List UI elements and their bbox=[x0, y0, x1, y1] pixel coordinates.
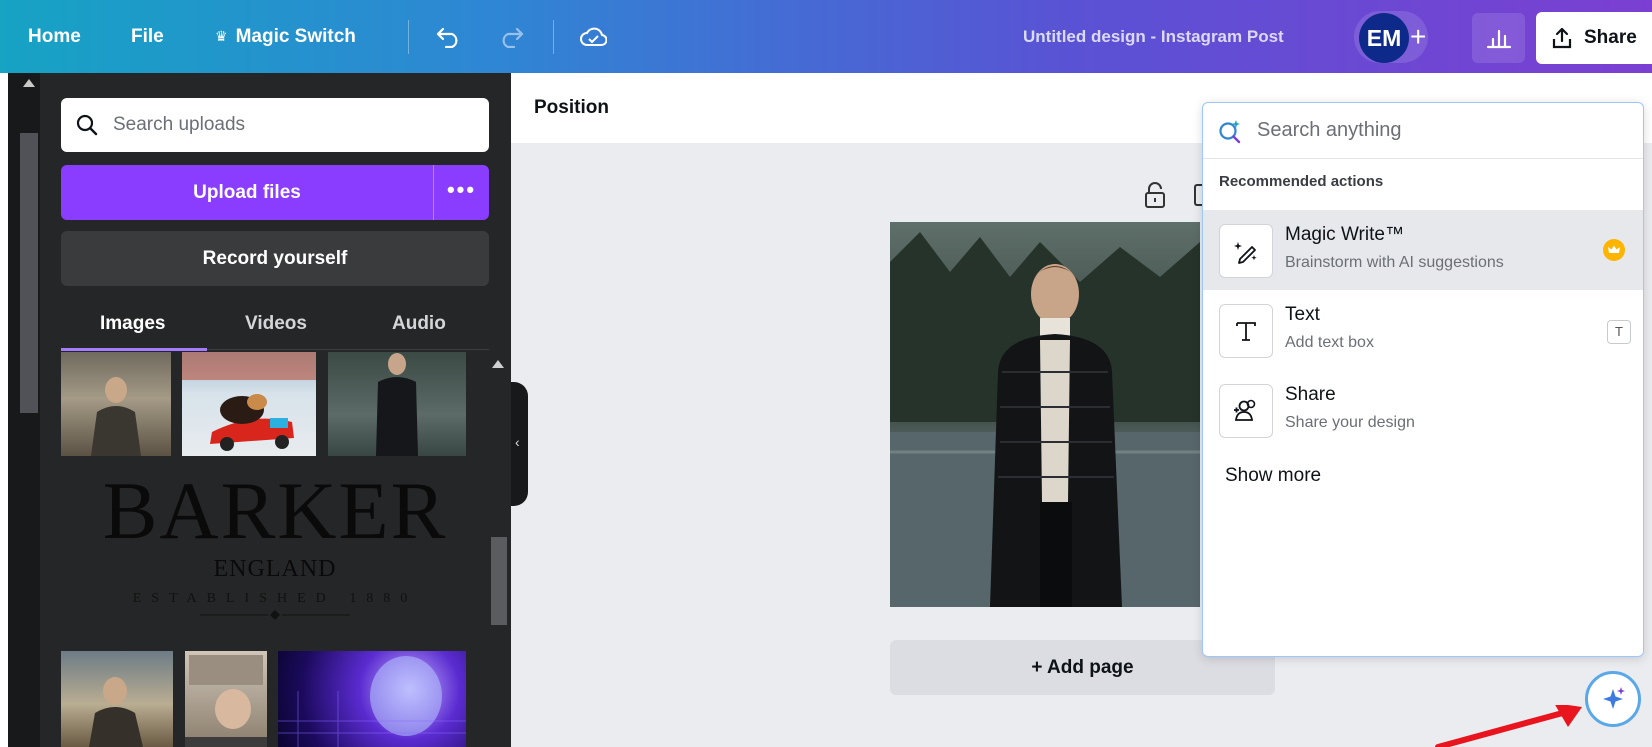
add-collaborator-icon[interactable]: + bbox=[1410, 18, 1426, 56]
upload-files-group: Upload files ••• bbox=[61, 165, 489, 220]
action-title: Magic Write™ bbox=[1285, 224, 1404, 245]
design-title[interactable]: Untitled design - Instagram Post bbox=[1023, 0, 1284, 73]
avatar[interactable]: EM bbox=[1359, 13, 1409, 63]
magic-search-icon bbox=[1219, 119, 1241, 143]
search-uploads-input[interactable] bbox=[111, 113, 455, 137]
share-people-icon bbox=[1219, 384, 1273, 438]
chevron-left-icon: ‹ bbox=[515, 434, 520, 450]
uploaded-image-thumbnail[interactable] bbox=[278, 651, 466, 747]
more-options-button[interactable]: ••• bbox=[434, 165, 489, 220]
share-button[interactable]: Share bbox=[1536, 12, 1652, 64]
scroll-up-arrow-icon[interactable] bbox=[23, 79, 35, 87]
magic-write-icon bbox=[1219, 224, 1273, 278]
active-tab-indicator bbox=[61, 348, 207, 351]
uploaded-image-thumbnail[interactable] bbox=[61, 352, 171, 456]
command-search-popup: Recommended actions Magic Write™ Brainst… bbox=[1202, 102, 1644, 657]
action-subtitle: Brainstorm with AI suggestions bbox=[1285, 254, 1504, 271]
barker-logo-image[interactable]: BARKER ENGLAND ESTABLISHED 1880 bbox=[61, 470, 489, 626]
design-canvas-photo[interactable] bbox=[890, 222, 1200, 607]
uploaded-image-thumbnail[interactable] bbox=[185, 651, 267, 747]
action-subtitle: Add text box bbox=[1285, 334, 1374, 351]
left-edge bbox=[0, 73, 8, 747]
sidebar-scrollbar[interactable] bbox=[8, 73, 40, 747]
action-share[interactable]: Share Share your design bbox=[1203, 370, 1643, 450]
search-icon bbox=[76, 114, 98, 136]
scrollbar-thumb[interactable] bbox=[491, 537, 507, 625]
text-icon bbox=[1219, 304, 1273, 358]
scroll-up-arrow-icon[interactable] bbox=[492, 360, 504, 368]
upload-files-button[interactable]: Upload files bbox=[61, 165, 433, 220]
uploaded-image-thumbnail[interactable] bbox=[328, 352, 466, 456]
insights-button[interactable] bbox=[1472, 13, 1525, 63]
magic-switch-label: Magic Switch bbox=[235, 25, 356, 47]
upload-share-icon bbox=[1552, 27, 1572, 49]
red-arrow-annotation bbox=[1435, 705, 1582, 747]
search-anything-field[interactable] bbox=[1203, 103, 1643, 159]
show-more-link[interactable]: Show more bbox=[1225, 465, 1321, 487]
toolbar-divider bbox=[553, 20, 554, 54]
action-subtitle: Share your design bbox=[1285, 414, 1415, 431]
search-anything-input[interactable] bbox=[1255, 118, 1599, 143]
undo-icon[interactable] bbox=[434, 22, 464, 52]
tab-videos[interactable]: Videos bbox=[245, 304, 307, 344]
uploaded-image-thumbnail[interactable] bbox=[182, 352, 316, 456]
sparkle-icon bbox=[1603, 687, 1625, 709]
top-toolbar: Home File ♛ Magic Switch Untitled design… bbox=[0, 0, 1652, 73]
logo-tagline: ESTABLISHED 1880 bbox=[132, 591, 418, 606]
tab-audio[interactable]: Audio bbox=[392, 304, 446, 344]
duplicate-icon[interactable] bbox=[1194, 184, 1202, 206]
keyboard-shortcut-badge: T bbox=[1607, 320, 1631, 344]
redo-icon[interactable] bbox=[496, 22, 526, 52]
magic-switch-button[interactable]: ♛ Magic Switch bbox=[215, 0, 356, 73]
action-text[interactable]: Text Add text box T bbox=[1203, 290, 1643, 370]
share-label: Share bbox=[1584, 27, 1637, 48]
cloud-saved-icon[interactable] bbox=[578, 22, 608, 52]
logo-subline: ENGLAND bbox=[213, 556, 337, 582]
file-menu-button[interactable]: File bbox=[131, 0, 164, 73]
collapse-panel-button[interactable]: ‹ bbox=[511, 382, 528, 506]
lock-icon[interactable] bbox=[1143, 181, 1167, 209]
record-yourself-button[interactable]: Record yourself bbox=[61, 231, 489, 286]
position-button[interactable]: Position bbox=[534, 73, 609, 143]
search-uploads-field[interactable] bbox=[61, 98, 489, 152]
crown-icon bbox=[1603, 239, 1625, 261]
action-title: Text bbox=[1285, 304, 1320, 325]
uploaded-image-thumbnail[interactable] bbox=[61, 651, 173, 747]
scrollbar-thumb[interactable] bbox=[20, 133, 38, 413]
bar-chart-icon bbox=[1486, 29, 1511, 49]
tab-divider bbox=[207, 349, 489, 350]
recommended-actions-heading: Recommended actions bbox=[1219, 173, 1384, 190]
action-magic-write[interactable]: Magic Write™ Brainstorm with AI suggesti… bbox=[1203, 210, 1643, 290]
toolbar-divider bbox=[408, 20, 409, 54]
logo-wordmark: BARKER bbox=[102, 465, 448, 556]
uploads-scrollbar[interactable] bbox=[488, 352, 508, 747]
tab-images[interactable]: Images bbox=[100, 304, 165, 344]
action-title: Share bbox=[1285, 384, 1336, 405]
logo-ornament bbox=[200, 610, 350, 620]
crown-icon: ♛ bbox=[215, 28, 228, 44]
home-button[interactable]: Home bbox=[28, 0, 81, 73]
